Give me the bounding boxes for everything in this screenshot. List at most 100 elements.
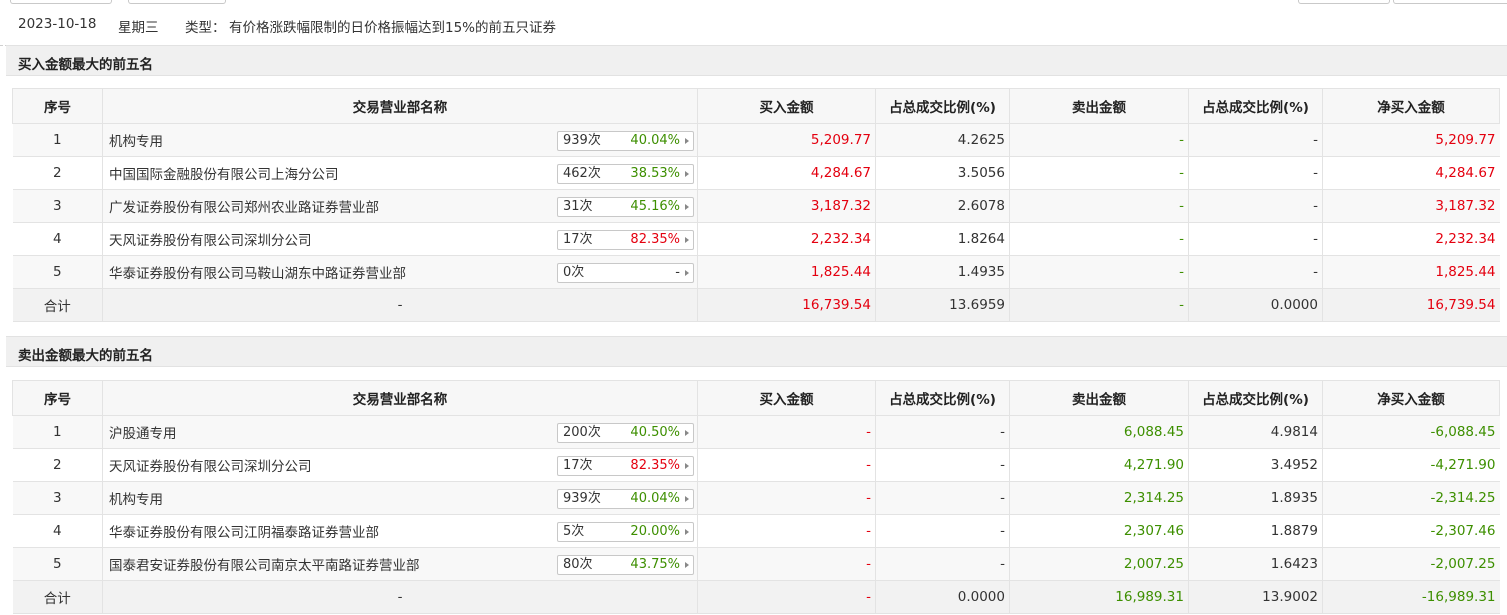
total-name: - [102,580,698,614]
net-buy-amount: -2,007.25 [1322,547,1500,581]
broker-name-cell: 华泰证券股份有限公司马鞍山湖东中路证券营业部 0次 - [102,255,698,289]
broker-name-link[interactable]: 机构专用 [107,130,163,150]
total-buy-pct: 13.6959 [875,288,1010,322]
weekday: 星期三 [118,20,159,36]
col-header-sell: 卖出金额 [1009,380,1189,416]
buy-table: 序号 交易营业部名称 买入金额 占总成交比例(%) 卖出金额 占总成交比例(%)… [12,88,1500,322]
row-index: 4 [12,222,103,256]
broker-success-rate: 38.53% [630,166,680,181]
total-label: 合计 [12,580,103,614]
caret-right-icon [685,138,689,144]
table-row: 3 机构专用 939次 40.04% - -2,314.25 1.8935 -2,314.25 [12,481,1500,515]
broker-name-cell: 广发证券股份有限公司郑州农业路证券营业部 31次 45.16% [102,189,698,223]
sell-amount: - [1009,255,1189,289]
broker-listing-count: 80次 [563,557,593,572]
row-index: 2 [12,448,103,482]
broker-name-link[interactable]: 华泰证券股份有限公司江阴福泰路证券营业部 [107,521,379,541]
type-text: 有价格涨跌幅限制的日价格振幅达到15%的前五只证券 [229,20,557,36]
col-header-index: 序号 [12,88,103,124]
buy-amount: 4,284.67 [697,156,876,190]
caret-right-icon [685,171,689,177]
col-header-sell-pct: 占总成交比例(%) [1188,88,1323,124]
row-index: 3 [12,189,103,223]
table-header-row: 序号 交易营业部名称 买入金额 占总成交比例(%) 卖出金额 占总成交比例(%)… [12,380,1500,416]
buy-pct: 4.2625 [875,123,1010,157]
buy-pct: - [875,547,1010,581]
buy-pct: 3.5056 [875,156,1010,190]
sell-amount: - [1009,156,1189,190]
row-index: 2 [12,156,103,190]
caret-right-icon [685,463,689,469]
info-bar: 2023-10-18 星期三 类型： 有价格涨跌幅限制的日价格振幅达到15%的前… [0,0,1507,46]
broker-name-cell: 机构专用 939次 40.04% [102,123,698,157]
row-index: 5 [12,547,103,581]
sell-pct: - [1188,123,1323,157]
broker-name-link[interactable]: 天风证券股份有限公司深圳分公司 [107,455,312,475]
broker-stat-button[interactable]: 80次 43.75% [557,555,694,575]
row-index: 1 [12,123,103,157]
col-header-buy-pct: 占总成交比例(%) [875,380,1010,416]
sell-amount: 2,314.25 [1009,481,1189,515]
row-index: 3 [12,481,103,515]
broker-listing-count: 17次 [563,458,593,473]
caret-right-icon [685,204,689,210]
buy-amount: - [697,481,876,515]
caret-right-icon [685,237,689,243]
sell-pct: 1.6423 [1188,547,1323,581]
broker-stat-button[interactable]: 939次 40.04% [557,131,694,151]
total-sell-amount: 16,989.31 [1009,580,1189,614]
total-buy-amount: 16,739.54 [697,288,876,322]
total-sell-pct: 13.9002 [1188,580,1323,614]
broker-name-link[interactable]: 机构专用 [107,488,163,508]
broker-stat-button[interactable]: 462次 38.53% [557,164,694,184]
broker-stat-button[interactable]: 31次 45.16% [557,197,694,217]
broker-name-link[interactable]: 华泰证券股份有限公司马鞍山湖东中路证券营业部 [107,262,406,282]
col-header-net: 净买入金额 [1322,88,1500,124]
buy-pct: - [875,481,1010,515]
table-row: 1 沪股通专用 200次 40.50% - -6,088.45 4.9814 -6,088.4… [12,415,1500,449]
col-header-buy: 买入金额 [697,380,876,416]
col-header-sell-pct: 占总成交比例(%) [1188,380,1323,416]
buy-pct: - [875,415,1010,449]
col-header-buy-pct: 占总成交比例(%) [875,88,1010,124]
buy-amount: - [697,547,876,581]
broker-listing-count: 939次 [563,133,601,148]
buy-amount: - [697,415,876,449]
caret-right-icon [685,496,689,502]
sell-pct: - [1188,222,1323,256]
broker-success-rate: 20.00% [630,524,680,539]
buy-amount: 2,232.34 [697,222,876,256]
table-header-row: 序号 交易营业部名称 买入金额 占总成交比例(%) 卖出金额 占总成交比例(%)… [12,88,1500,124]
trade-date: 2023-10-18 [18,16,97,32]
buy-section-title: 买入金额最大的前五名 [18,57,153,73]
total-label: 合计 [12,288,103,322]
broker-stat-button[interactable]: 0次 - [557,263,694,283]
broker-listing-count: 31次 [563,199,593,214]
broker-stat-button[interactable]: 200次 40.50% [557,423,694,443]
buy-section-header: 买入金额最大的前五名 [6,45,1507,76]
broker-success-rate: 40.04% [630,133,680,148]
total-buy-pct: 0.0000 [875,580,1010,614]
broker-name-link[interactable]: 中国国际金融股份有限公司上海分公司 [107,163,339,183]
broker-success-rate: 40.50% [630,425,680,440]
sell-section-title: 卖出金额最大的前五名 [18,348,153,364]
broker-name-link[interactable]: 广发证券股份有限公司郑州农业路证券营业部 [107,196,379,216]
sell-amount: 2,307.46 [1009,514,1189,548]
broker-name-link[interactable]: 沪股通专用 [107,422,177,442]
table-row: 2 中国国际金融股份有限公司上海分公司 462次 38.53% 4,284.67 3.50… [12,156,1500,190]
broker-name-link[interactable]: 天风证券股份有限公司深圳分公司 [107,229,312,249]
net-buy-amount: 3,187.32 [1322,189,1500,223]
type-label: 类型： [185,20,226,36]
broker-name-cell: 中国国际金融股份有限公司上海分公司 462次 38.53% [102,156,698,190]
total-buy-amount: - [697,580,876,614]
broker-stat-button[interactable]: 5次 20.00% [557,522,694,542]
buy-pct: - [875,448,1010,482]
broker-stat-button[interactable]: 939次 40.04% [557,489,694,509]
broker-stat-button[interactable]: 17次 82.35% [557,456,694,476]
broker-success-rate: 45.16% [630,199,680,214]
broker-listing-count: 5次 [563,524,585,539]
broker-name-link[interactable]: 国泰君安证券股份有限公司南京太平南路证券营业部 [107,554,420,574]
sell-table: 序号 交易营业部名称 买入金额 占总成交比例(%) 卖出金额 占总成交比例(%)… [12,380,1500,614]
broker-stat-button[interactable]: 17次 82.35% [557,230,694,250]
table-row: 5 华泰证券股份有限公司马鞍山湖东中路证券营业部 0次 -1,825.44 1.4935… [12,255,1500,289]
